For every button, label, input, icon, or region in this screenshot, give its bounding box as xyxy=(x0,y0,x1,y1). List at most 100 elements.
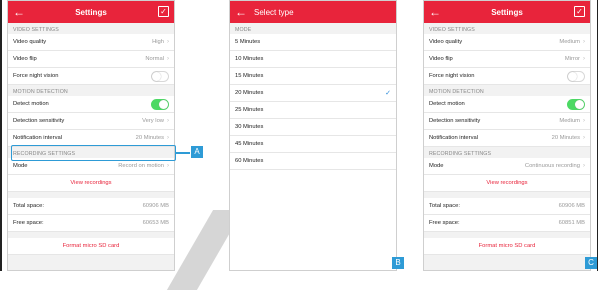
option-label: 25 Minutes xyxy=(235,107,391,113)
row-label: Free space: xyxy=(13,220,143,226)
chevron-right-icon: › xyxy=(167,163,169,169)
night-vision-toggle[interactable] xyxy=(151,71,169,82)
row-label: Free space: xyxy=(429,220,559,226)
option-label: 20 Minutes xyxy=(235,90,385,96)
row-label: Notification interval xyxy=(13,135,136,141)
interval-option[interactable]: 45 Minutes xyxy=(230,136,396,153)
format-sd-card-button[interactable]: Format micro SD card xyxy=(8,238,174,255)
callout-connector-line xyxy=(176,152,190,154)
section-motion-detection: MOTION DETECTION xyxy=(8,85,174,96)
row-label: Video flip xyxy=(429,56,565,62)
interval-option[interactable]: 30 Minutes xyxy=(230,119,396,136)
row-detect-motion: Detect motion xyxy=(424,96,590,113)
back-arrow-icon[interactable]: ← xyxy=(230,5,252,19)
interval-option[interactable]: 60 Minutes xyxy=(230,153,396,170)
section-mode: MODE xyxy=(230,23,396,34)
option-label: 45 Minutes xyxy=(235,141,391,147)
screen-b: ← Select type MODE 5 Minutes 10 Minutes 15… xyxy=(229,0,397,271)
row-detection-sensitivity[interactable]: Detection sensitivityVery low› xyxy=(8,113,174,130)
screen-title: Select type xyxy=(254,8,294,17)
row-video-flip[interactable]: Video flipMirror› xyxy=(424,51,590,68)
row-value: 20 Minutes xyxy=(552,135,580,141)
detect-motion-toggle[interactable] xyxy=(151,99,169,110)
screen-title: Settings xyxy=(8,8,174,17)
row-value: 60906 MB xyxy=(559,203,585,209)
interval-option[interactable]: 25 Minutes xyxy=(230,102,396,119)
row-value: High xyxy=(152,39,164,45)
save-check-icon[interactable]: ✓ xyxy=(158,6,169,17)
row-value: Medium xyxy=(559,118,580,124)
row-label: Total space: xyxy=(429,203,559,209)
row-label: Detection sensitivity xyxy=(13,118,142,124)
detect-motion-toggle[interactable] xyxy=(567,99,585,110)
back-arrow-icon[interactable]: ← xyxy=(424,5,446,19)
row-value: Mirror xyxy=(565,56,580,62)
row-label: Mode xyxy=(429,163,525,169)
row-value: 60653 MB xyxy=(143,220,169,226)
interval-options-list: 5 Minutes 10 Minutes 15 Minutes 20 Minutes✓… xyxy=(230,34,396,170)
row-label: Video quality xyxy=(13,39,152,45)
checkmark-icon: ✓ xyxy=(385,89,391,97)
row-value: Normal xyxy=(145,56,164,62)
row-force-night-vision: Force night vision xyxy=(424,68,590,85)
section-motion-detection: MOTION DETECTION xyxy=(424,85,590,96)
format-sd-card-button[interactable]: Format micro SD card xyxy=(424,238,590,255)
row-value: 20 Minutes xyxy=(136,135,164,141)
chevron-right-icon: › xyxy=(583,39,585,45)
row-value: 60906 MB xyxy=(143,203,169,209)
chevron-right-icon: › xyxy=(167,56,169,62)
interval-option[interactable]: 5 Minutes xyxy=(230,34,396,51)
interval-option[interactable]: 10 Minutes xyxy=(230,51,396,68)
row-label: Notification interval xyxy=(429,135,552,141)
back-arrow-icon[interactable]: ← xyxy=(8,5,30,19)
row-free-space: Free space:60653 MB xyxy=(8,215,174,232)
row-video-quality[interactable]: Video qualityMedium› xyxy=(424,34,590,51)
chevron-right-icon: › xyxy=(583,163,585,169)
row-free-space: Free space:60851 MB xyxy=(424,215,590,232)
screen-a: ← Settings ✓ VIDEO SETTINGS Video qualit… xyxy=(7,0,175,271)
left-edge-line xyxy=(0,0,2,271)
screen-title: Settings xyxy=(424,8,590,17)
row-force-night-vision: Force night vision xyxy=(8,68,174,85)
chevron-right-icon: › xyxy=(583,118,585,124)
header-bar: ← Select type xyxy=(230,1,396,23)
row-label: Detection sensitivity xyxy=(429,118,559,124)
row-video-flip[interactable]: Video flipNormal› xyxy=(8,51,174,68)
section-recording-settings: RECORDING SETTINGS xyxy=(424,147,590,158)
interval-option[interactable]: 15 Minutes xyxy=(230,68,396,85)
row-value: Very low xyxy=(142,118,164,124)
view-recordings-link[interactable]: View recordings xyxy=(424,175,590,192)
row-label: Video flip xyxy=(13,56,145,62)
save-check-icon[interactable]: ✓ xyxy=(574,6,585,17)
chevron-right-icon: › xyxy=(167,39,169,45)
callout-tag-b: B xyxy=(392,257,404,269)
row-total-space: Total space:60906 MB xyxy=(424,198,590,215)
callout-highlight-box xyxy=(11,145,176,161)
screen-c: ← Settings ✓ VIDEO SETTINGS Video qualit… xyxy=(423,0,591,271)
row-total-space: Total space:60906 MB xyxy=(8,198,174,215)
row-label: Total space: xyxy=(13,203,143,209)
row-label: Detect motion xyxy=(13,101,151,107)
header-bar: ← Settings ✓ xyxy=(8,1,174,23)
night-vision-toggle[interactable] xyxy=(567,71,585,82)
page-frame: ← Settings ✓ VIDEO SETTINGS Video qualit… xyxy=(0,0,598,271)
chevron-right-icon: › xyxy=(583,135,585,141)
row-video-quality[interactable]: Video qualityHigh› xyxy=(8,34,174,51)
option-label: 5 Minutes xyxy=(235,39,391,45)
row-value: 60851 MB xyxy=(559,220,585,226)
chevron-right-icon: › xyxy=(167,135,169,141)
interval-option[interactable]: 20 Minutes✓ xyxy=(230,85,396,102)
section-video-settings: VIDEO SETTINGS xyxy=(424,23,590,34)
row-value: Continuous recording xyxy=(525,163,580,169)
option-label: 30 Minutes xyxy=(235,124,391,130)
option-label: 10 Minutes xyxy=(235,56,391,62)
option-label: 60 Minutes xyxy=(235,158,391,164)
view-recordings-link[interactable]: View recordings xyxy=(8,175,174,192)
chevron-right-icon: › xyxy=(583,56,585,62)
row-label: Detect motion xyxy=(429,101,567,107)
row-detection-sensitivity[interactable]: Detection sensitivityMedium› xyxy=(424,113,590,130)
callout-tag-a: A xyxy=(191,146,203,158)
option-label: 15 Minutes xyxy=(235,73,391,79)
row-notification-interval[interactable]: Notification interval20 Minutes› xyxy=(424,130,590,147)
row-mode[interactable]: ModeContinuous recording› xyxy=(424,158,590,175)
